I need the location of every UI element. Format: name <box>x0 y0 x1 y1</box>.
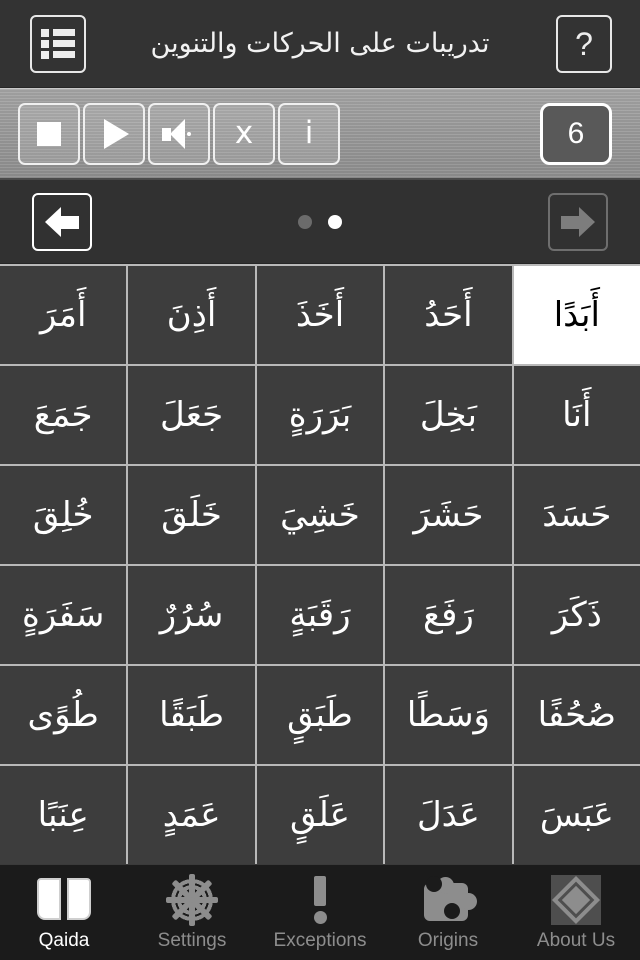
stop-button[interactable] <box>18 102 80 165</box>
tab-about-us[interactable]: About Us <box>512 865 640 960</box>
help-button[interactable]: ? <box>556 14 612 73</box>
word-cell[interactable]: جَعَلَ <box>128 366 255 464</box>
word-cell[interactable]: أَخَذَ <box>256 266 384 364</box>
tab-label: Exceptions <box>273 929 367 951</box>
play-button[interactable] <box>83 102 145 165</box>
table-row: حَسَدَ حَشَرَ خَشِيَ خَلَقَ خُلِقَ <box>0 466 640 564</box>
word-cell[interactable]: عَبَسَ <box>513 766 640 864</box>
tab-exceptions[interactable]: Exceptions <box>256 865 384 960</box>
gear-icon <box>166 873 218 926</box>
info-icon: i <box>304 115 314 151</box>
table-row: عَبَسَ عَدَلَ عَلَقٍ عَمَدٍ عِنَبًا <box>0 766 640 864</box>
playback-controls: x i <box>18 102 340 165</box>
word-cell[interactable]: طَبَقٍ <box>256 666 384 764</box>
lessons-list-button[interactable] <box>30 14 86 73</box>
word-cell[interactable]: سُرُرٌ <box>128 566 255 664</box>
counter-badge[interactable]: 6 <box>540 102 612 165</box>
close-button[interactable]: x <box>213 102 275 165</box>
word-cell[interactable]: عَمَدٍ <box>128 766 255 864</box>
puzzle-icon <box>424 874 477 926</box>
list-icon <box>41 26 75 62</box>
tab-label: About Us <box>536 929 616 951</box>
speaker-icon <box>162 118 196 149</box>
page-dot-2[interactable] <box>328 214 342 229</box>
word-cell[interactable]: طُوًى <box>0 666 127 764</box>
tab-qaida[interactable]: Qaida <box>0 865 128 960</box>
word-cell[interactable]: حَسَدَ <box>513 466 640 564</box>
x-icon: x <box>234 115 254 151</box>
question-mark-icon: ? <box>575 25 593 62</box>
word-cell[interactable]: وَسَطًا <box>385 666 512 764</box>
tab-label: Settings <box>157 929 227 951</box>
word-cell[interactable]: عَلَقٍ <box>256 766 384 864</box>
word-cell[interactable]: أَنَا <box>513 366 640 464</box>
word-cell[interactable]: أَذِنَ <box>128 266 255 364</box>
word-cell[interactable]: خَلَقَ <box>128 466 255 564</box>
table-row: أَبَدًا أَحَدُ أَخَذَ أَذِنَ أَمَرَ <box>0 266 640 364</box>
playback-toolbar: x i 6 <box>0 88 640 180</box>
bottom-tab-bar: Qaida Settings Exceptions Origins About … <box>0 864 640 960</box>
page-navigation <box>0 180 640 264</box>
exclamation-icon <box>313 874 327 926</box>
table-row: صُحُفًا وَسَطًا طَبَقٍ طَبَقًا طُوًى <box>0 666 640 764</box>
forward-arrow-icon <box>561 206 595 237</box>
word-cell[interactable]: بَرَرَةٍ <box>256 366 384 464</box>
word-cell[interactable]: رَقَبَةٍ <box>256 566 384 664</box>
tab-label: Origins <box>417 929 479 951</box>
word-cell[interactable]: رَفَعَ <box>385 566 512 664</box>
word-cell[interactable]: حَشَرَ <box>385 466 512 564</box>
sound-button[interactable] <box>148 102 210 165</box>
page-title: تدريبات على الحركات والتنوين <box>150 28 490 59</box>
word-cell[interactable]: خَشِيَ <box>256 466 384 564</box>
book-icon <box>37 874 91 926</box>
word-cell[interactable]: أَحَدُ <box>385 266 512 364</box>
tab-origins[interactable]: Origins <box>384 865 512 960</box>
word-cell[interactable]: سَفَرَةٍ <box>0 566 127 664</box>
word-cell[interactable]: عَدَلَ <box>385 766 512 864</box>
word-cell[interactable]: طَبَقًا <box>128 666 255 764</box>
page-dots <box>0 214 640 229</box>
header-bar: تدريبات على الحركات والتنوين ? <box>0 0 640 88</box>
info-button[interactable]: i <box>278 102 340 165</box>
stop-icon <box>37 121 61 146</box>
next-page-button[interactable] <box>548 192 608 251</box>
word-cell[interactable]: جَمَعَ <box>0 366 127 464</box>
previous-page-button[interactable] <box>32 192 92 251</box>
diamond-icon <box>551 874 601 926</box>
page-dot-1[interactable] <box>298 214 312 229</box>
play-icon <box>104 118 129 149</box>
word-cell[interactable]: أَبَدًا <box>513 266 640 364</box>
tab-label: Qaida <box>38 929 90 951</box>
word-grid: أَبَدًا أَحَدُ أَخَذَ أَذِنَ أَمَرَ أَنَ… <box>0 266 640 864</box>
word-cell[interactable]: ذَكَرَ <box>513 566 640 664</box>
word-cell[interactable]: خُلِقَ <box>0 466 127 564</box>
table-row: أَنَا بَخِلَ بَرَرَةٍ جَعَلَ جَمَعَ <box>0 366 640 464</box>
app-root: تدريبات على الحركات والتنوين ? x i 6 أَب… <box>0 0 640 960</box>
word-cell[interactable]: عِنَبًا <box>0 766 127 864</box>
back-arrow-icon <box>45 206 79 237</box>
word-cell[interactable]: بَخِلَ <box>385 366 512 464</box>
tab-settings[interactable]: Settings <box>128 865 256 960</box>
word-cell[interactable]: صُحُفًا <box>513 666 640 764</box>
word-grid-container: أَبَدًا أَحَدُ أَخَذَ أَذِنَ أَمَرَ أَنَ… <box>0 264 640 864</box>
word-cell[interactable]: أَمَرَ <box>0 266 127 364</box>
table-row: ذَكَرَ رَفَعَ رَقَبَةٍ سُرُرٌ سَفَرَةٍ <box>0 566 640 664</box>
